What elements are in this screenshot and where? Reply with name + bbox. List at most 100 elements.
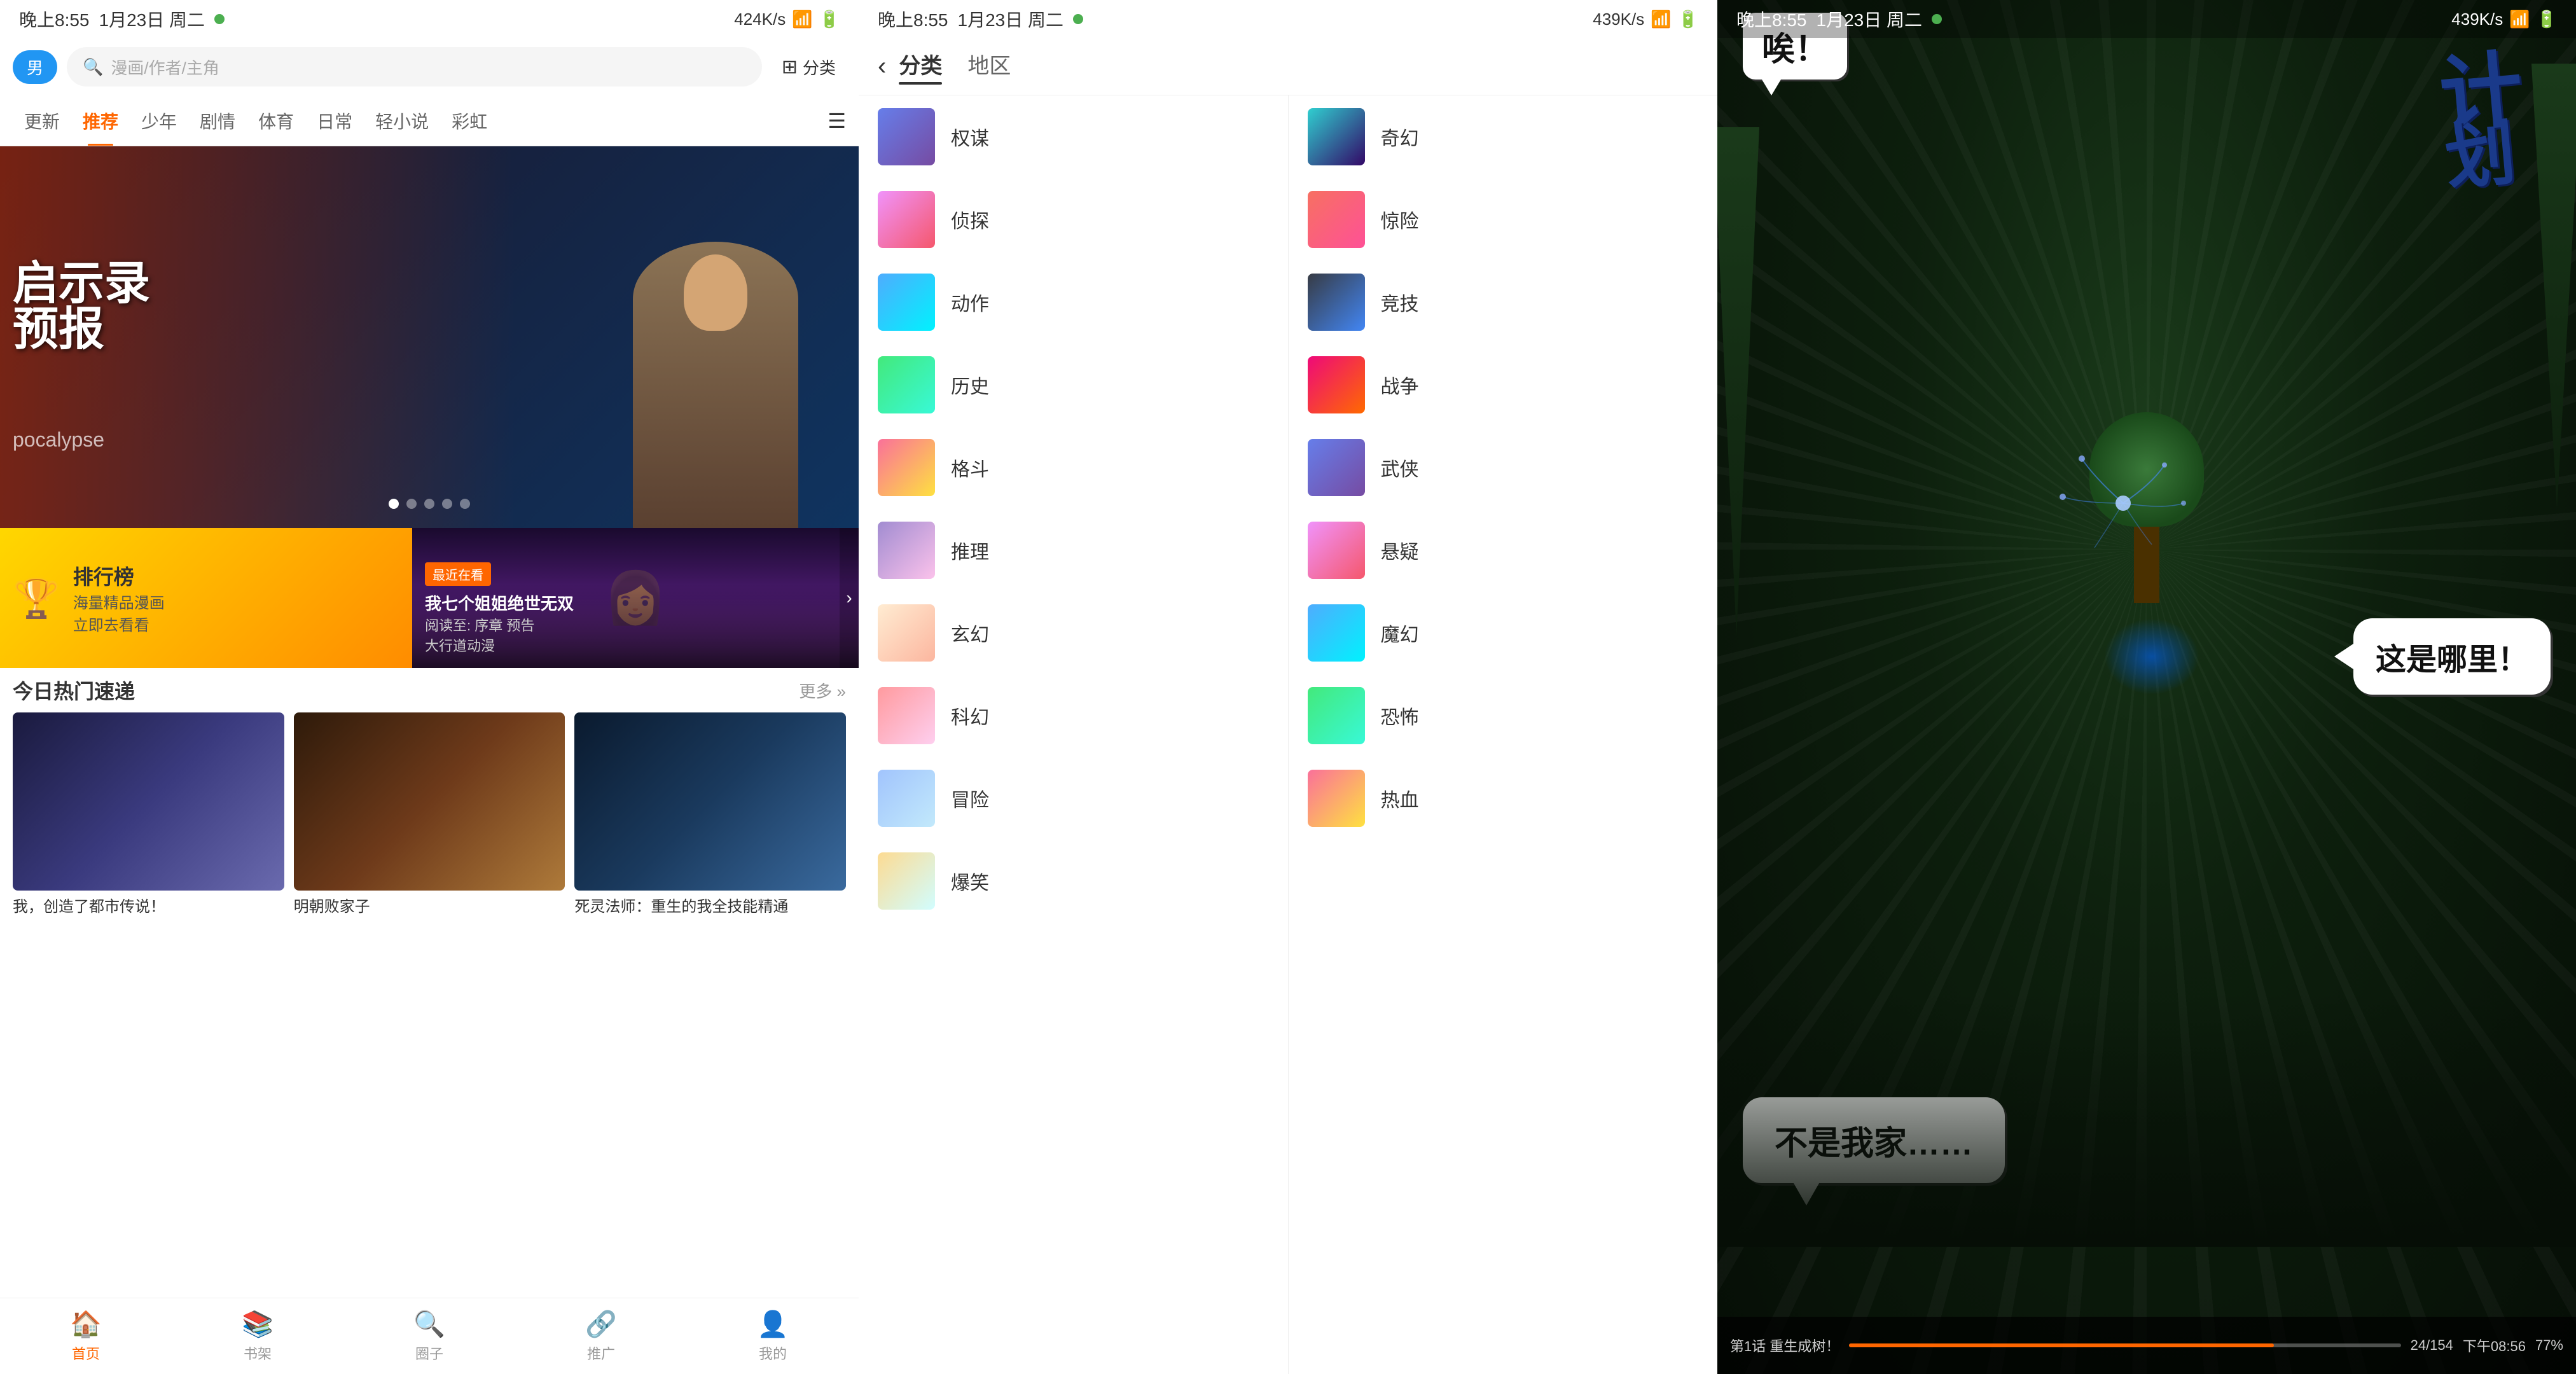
nav-tab-sport[interactable]: 体育 [247,95,305,146]
wifi-icon: 📶 [792,10,812,29]
rank-text: 排行榜 海量精品漫画 立即去看看 [73,561,165,635]
bottom-nav-circle[interactable]: 🔍 圈子 [343,1309,515,1363]
back-button[interactable]: ‹ [878,52,886,81]
cat-row-xuanhuan[interactable]: 玄幻 [859,592,1288,674]
speech-bubble-location: 这是哪里！ [2353,618,2551,695]
cat-row-thriller[interactable]: 惊险 [1289,178,1718,261]
bookshelf-label: 书架 [244,1343,272,1363]
cat-row-reasoning[interactable]: 推理 [859,509,1288,592]
progress-bar-fill [1849,1343,2274,1347]
cat-thumb-sports [1308,274,1365,331]
cat-row-mystery[interactable]: 悬疑 [1289,509,1718,592]
hot-item-2-image [294,712,565,891]
bottom-nav-profile[interactable]: 👤 我的 [687,1309,859,1363]
cat-name-wuxia: 武侠 [1381,454,1419,482]
hot-manga-1-bg [13,712,284,891]
nav-tab-drama[interactable]: 剧情 [188,95,247,146]
cat-row-war[interactable]: 战争 [1289,344,1718,426]
promote-label: 推广 [587,1343,615,1363]
cat-row-magic[interactable]: 魔幻 [1289,592,1718,674]
cat-row-horror[interactable]: 恐怖 [1289,674,1718,757]
reader-date: 1月23日 周二 [1817,6,1923,32]
category-button[interactable]: ⊞ 分类 [772,50,846,84]
bottom-nav-bookshelf[interactable]: 📚 书架 [172,1309,343,1363]
reader-content[interactable]: 唉！ 计 划 这是哪里！ 不是我家…… [1717,0,2576,1374]
nav-tab-recommend[interactable]: 推荐 [71,95,130,146]
cat-name-thriller: 惊险 [1381,205,1419,233]
cat-tab-region[interactable]: 地区 [967,48,1011,85]
nav-tab-youth[interactable]: 少年 [130,95,188,146]
cat-row-zhentao[interactable]: 侦探 [859,178,1288,261]
recent-card[interactable]: 👩 最近在看 我七个姐姐绝世无双 阅读至: 序章 预告 大行道动漫 › [412,528,859,668]
menu-icon[interactable]: ☰ [828,109,846,133]
cat-row-history[interactable]: 历史 [859,344,1288,426]
reader-panel: 晚上8:55 1月23日 周二 439K/s 📶 🔋 [1717,0,2576,1374]
hot-item-2[interactable]: 明朝败家子 [294,712,565,917]
more-link[interactable]: 更多 » [799,679,846,702]
reader-battery-icon: 🔋 [2537,10,2557,29]
cat-name-history: 历史 [951,371,989,399]
reader-signal-dot [1932,14,1942,24]
rank-card[interactable]: 🏆 排行榜 海量精品漫画 立即去看看 [0,528,412,668]
nav-tabs: 更新 推荐 少年 剧情 体育 日常 轻小说 彩虹 ☰ [0,95,859,146]
cat-tab-category[interactable]: 分类 [899,48,942,85]
cat-time: 晚上8:55 [878,6,948,32]
cat-name-sports: 竞技 [1381,288,1419,316]
tendrils [2044,440,2203,567]
hot-item-2-title: 明朝败家子 [294,897,565,917]
banner-area[interactable]: 启示录预报 pocalypse [0,146,859,528]
cat-name-magic: 魔幻 [1381,619,1419,647]
cat-thumb-mystery [1308,522,1365,579]
profile-label: 我的 [759,1343,787,1363]
cat-row-quanmou[interactable]: 权谋 [859,95,1288,178]
cat-battery-icon: 🔋 [1678,10,1698,29]
bottom-nav-home[interactable]: 🏠 首页 [0,1309,172,1363]
bookshelf-icon: 📚 [242,1309,274,1339]
search-box[interactable]: 🔍 漫画/作者/主角 [67,47,762,87]
cat-name-fantasy: 奇幻 [1381,123,1419,151]
nav-tab-update[interactable]: 更新 [13,95,71,146]
hot-item-1-title: 我，创造了都市传说！ [13,897,284,917]
network-speed: 424K/s [734,10,786,29]
cat-row-adventure[interactable]: 冒险 [859,757,1288,840]
bottom-nav-promote[interactable]: 🔗 推广 [515,1309,687,1363]
recent-card-body: 最近在看 我七个姐姐绝世无双 阅读至: 序章 预告 大行道动漫 [425,562,846,655]
cat-name-zhentao: 侦探 [951,205,989,233]
banner-dot-5 [460,499,470,509]
nav-tab-rainbow[interactable]: 彩虹 [440,95,499,146]
hot-item-3[interactable]: 死灵法师：重生的我全技能精通 [574,712,846,917]
hot-grid: 我，创造了都市传说！ 明朝败家子 死灵法师：重生的我全技能精通 [13,712,846,917]
cat-row-fantasy[interactable]: 奇幻 [1289,95,1718,178]
status-bar-left: 晚上8:55 1月23日 周二 [19,6,225,32]
cat-row-funny[interactable]: 爆笑 [859,840,1288,922]
rank-action: 立即去看看 [73,613,165,635]
cat-row-action[interactable]: 动作 [859,261,1288,344]
gender-tag[interactable]: 男 [13,50,57,84]
cat-thumb-magic [1308,604,1365,662]
cat-name-fight: 格斗 [951,454,989,482]
hot-header: 今日热门速递 更多 » [13,668,846,712]
cat-row-fight[interactable]: 格斗 [859,426,1288,509]
hot-item-1[interactable]: 我，创造了都市传说！ [13,712,284,917]
bottom-nav: 🏠 首页 📚 书架 🔍 圈子 🔗 推广 👤 我的 [0,1298,859,1374]
cat-thumb-reasoning [878,522,935,579]
hot-title: 今日热门速递 [13,676,135,705]
date-display: 1月23日 周二 [99,6,205,32]
home-label: 首页 [72,1343,100,1363]
cat-signal-dot [1073,14,1083,24]
recent-subtitle1: 阅读至: 序章 预告 [425,614,846,635]
nav-tab-novel[interactable]: 轻小说 [364,95,440,146]
banner-title-en: pocalypse [13,428,104,452]
cat-row-sports[interactable]: 竞技 [1289,261,1718,344]
cat-name-horror: 恐怖 [1381,702,1419,730]
progress-bar-track[interactable] [1849,1343,2400,1347]
cat-row-scifi[interactable]: 科幻 [859,674,1288,757]
hot-section: 今日热门速递 更多 » 我，创造了都市传说！ 明朝败家子 死灵法师：重生的我 [0,668,859,1298]
banner-dot-3 [424,499,434,509]
recent-tag: 最近在看 [425,562,491,586]
time-display: 晚上8:55 [19,6,90,32]
cat-row-hotblood[interactable]: 热血 [1289,757,1718,840]
nav-tab-daily[interactable]: 日常 [305,95,364,146]
cat-name-scifi: 科幻 [951,702,989,730]
cat-row-wuxia[interactable]: 武侠 [1289,426,1718,509]
